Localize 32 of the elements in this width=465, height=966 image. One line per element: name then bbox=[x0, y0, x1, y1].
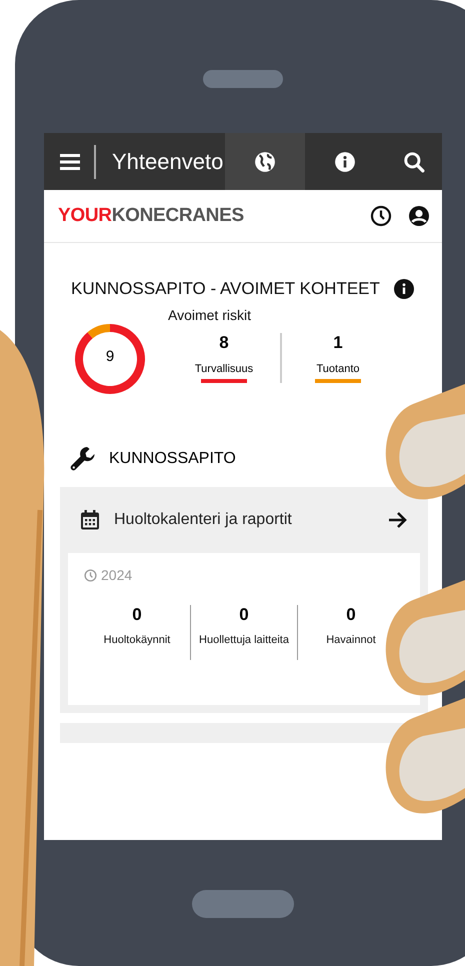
stat-value: 0 bbox=[346, 605, 356, 625]
risks-label: Avoimet riskit bbox=[168, 307, 252, 323]
stat-value: 0 bbox=[132, 605, 142, 625]
stat-label: Huoltokäynnit bbox=[104, 634, 170, 646]
user-icon bbox=[408, 205, 430, 227]
total-count: 9 bbox=[104, 348, 116, 365]
arrow-right-icon bbox=[388, 511, 408, 529]
wrench-icon bbox=[69, 445, 97, 473]
stat-value: 0 bbox=[239, 605, 249, 625]
risk-count: 8 bbox=[219, 333, 229, 353]
stat-label: Huollettuja laitteita bbox=[199, 634, 289, 646]
globe-button[interactable] bbox=[225, 133, 305, 190]
risk-label: Turvallisuus bbox=[194, 363, 254, 375]
clock-icon bbox=[84, 568, 97, 582]
globe-icon bbox=[254, 150, 276, 172]
calendar-icon bbox=[79, 509, 101, 531]
year-label: 2024 bbox=[101, 567, 132, 583]
brand-logo: YOURKONECRANES bbox=[58, 205, 245, 227]
section-title: KUNNOSSAPITO - AVOIMET KOHTEET bbox=[71, 279, 380, 299]
donut-ring-drawing bbox=[74, 323, 146, 395]
stat-label: Havainnot bbox=[326, 634, 376, 646]
risk-count: 1 bbox=[333, 333, 343, 353]
clock-icon bbox=[370, 205, 392, 227]
menu-icon[interactable] bbox=[60, 154, 80, 170]
risk-label: Tuotanto bbox=[316, 363, 360, 375]
page-title: Yhteenveto bbox=[112, 148, 224, 174]
info-icon bbox=[334, 150, 356, 172]
account-button[interactable] bbox=[408, 205, 430, 227]
info-icon[interactable] bbox=[394, 279, 414, 299]
section-title: KUNNOSSAPITO bbox=[109, 450, 236, 468]
history-button[interactable] bbox=[370, 205, 392, 227]
search-icon bbox=[402, 150, 424, 172]
